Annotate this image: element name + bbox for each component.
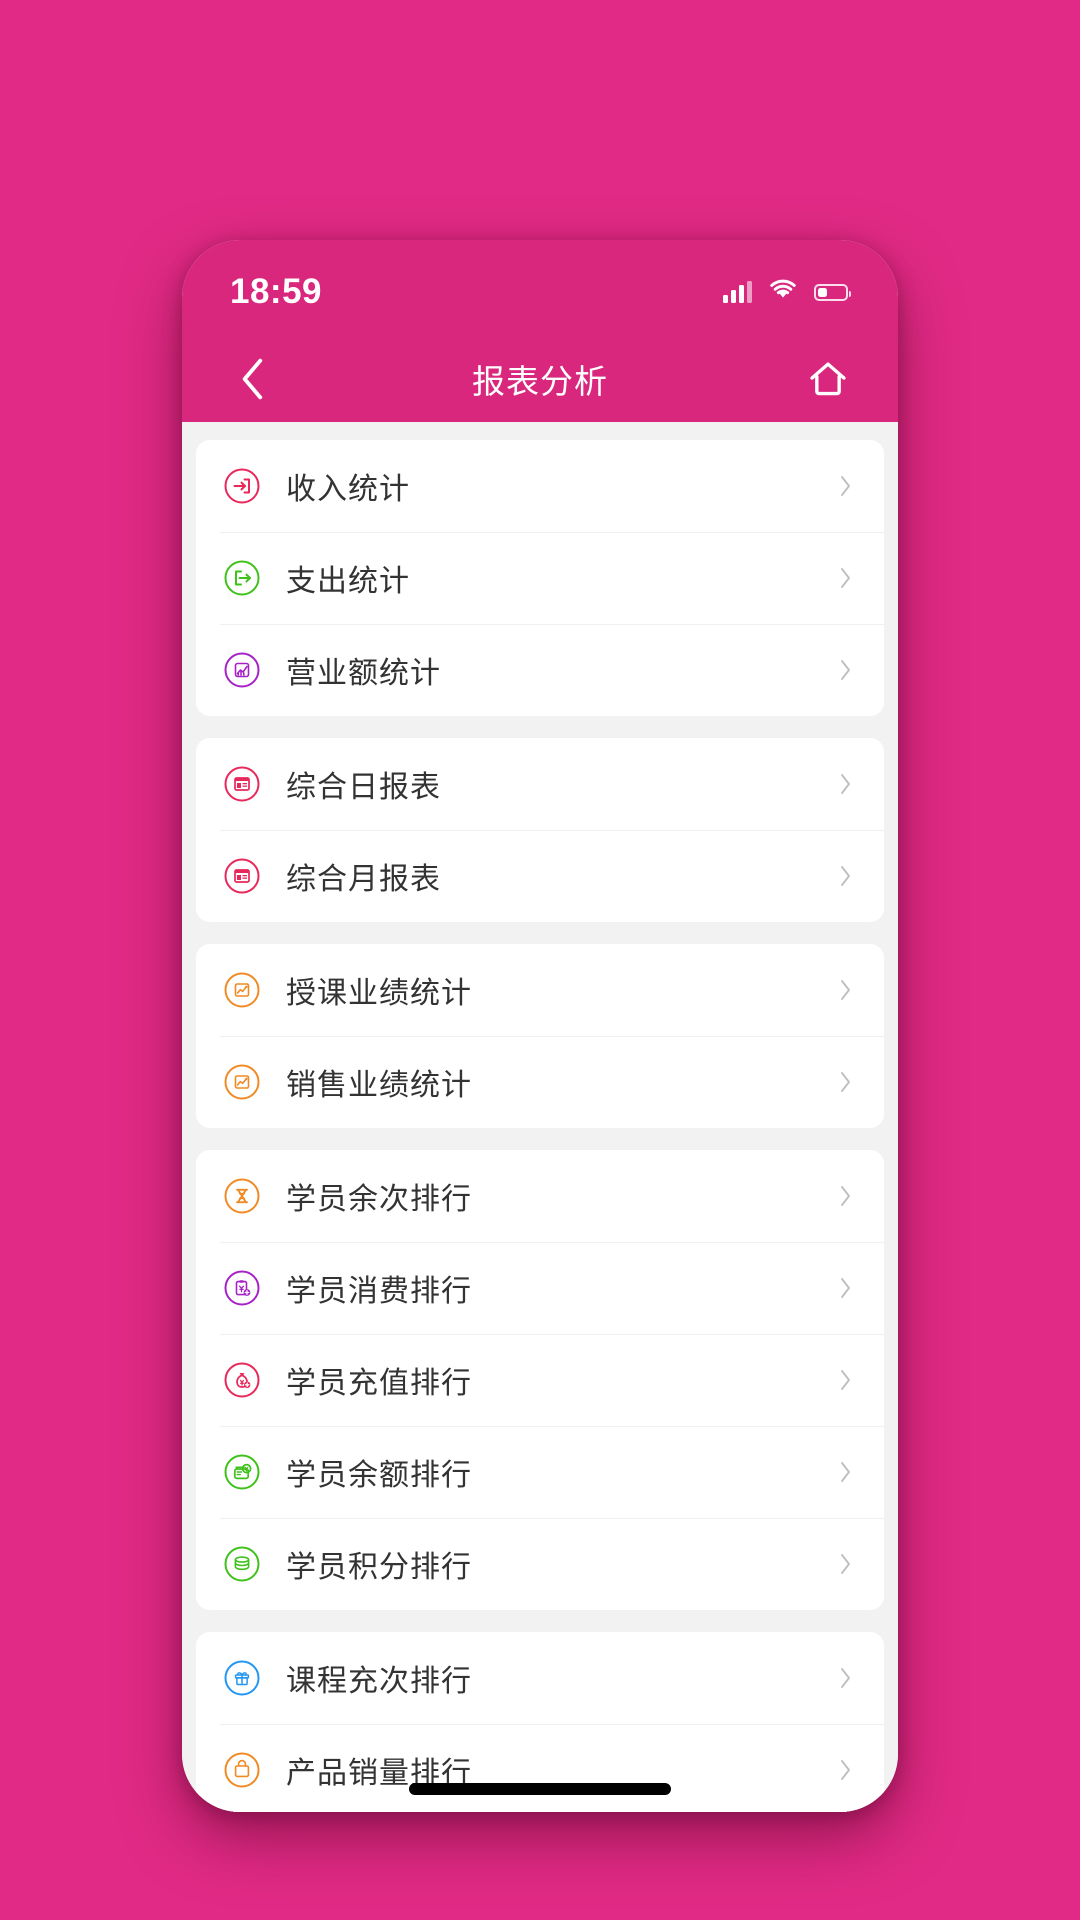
chevron-right-icon [832, 1665, 858, 1691]
turnover-chart-icon [220, 648, 264, 692]
chevron-right-icon [832, 1183, 858, 1209]
list-item-monthly-report[interactable]: 综合月报表 [196, 830, 884, 922]
list-item-label: 产品销量排行 [286, 1757, 472, 1790]
status-icons [723, 271, 851, 306]
list-item-student-remaining-sessions[interactable]: 学员余次排行 [196, 1150, 884, 1242]
chevron-right-icon [832, 1367, 858, 1393]
signal-bars-icon [723, 281, 752, 303]
list-item-label: 销售业绩统计 [286, 1069, 472, 1102]
chevron-right-icon [832, 1459, 858, 1485]
list-item-turnover-statistics[interactable]: 营业额统计 [196, 624, 884, 716]
list-item-label: 学员充值排行 [286, 1367, 472, 1400]
money-bag-icon [220, 1358, 264, 1402]
chevron-left-icon [242, 358, 263, 400]
chevron-right-icon [832, 977, 858, 1003]
list-item-teaching-performance[interactable]: 授课业绩统计 [196, 944, 884, 1036]
sales-performance-icon [220, 1060, 264, 1104]
wifi-icon [768, 279, 798, 306]
list-item-product-sales-ranking[interactable]: 产品销量排行 [196, 1724, 884, 1812]
home-icon [810, 362, 846, 396]
teaching-performance-icon [220, 968, 264, 1012]
list-item-sales-performance[interactable]: 销售业绩统计 [196, 1036, 884, 1128]
list-item-label: 学员余额排行 [286, 1459, 472, 1492]
chevron-right-icon [832, 1275, 858, 1301]
performance-group: 授课业绩统计 销售业绩统计 [196, 944, 884, 1128]
statistics-group: 收入统计 支出统计 营业额统计 [196, 440, 884, 716]
gift-icon [220, 1656, 264, 1700]
clipboard-yuan-icon [220, 1266, 264, 1310]
course-ranking-group: 课程充次排行 产品销量排行 [196, 1632, 884, 1812]
chevron-right-icon [832, 657, 858, 683]
list-item-label: 学员消费排行 [286, 1275, 472, 1308]
list-item-label: 学员余次排行 [286, 1183, 472, 1216]
list-item-label: 营业额统计 [286, 657, 441, 690]
comprehensive-report-group: 综合日报表 综合月报表 [196, 738, 884, 922]
chevron-right-icon [832, 863, 858, 889]
list-item-label: 综合日报表 [286, 771, 441, 804]
list-item-expense-statistics[interactable]: 支出统计 [196, 532, 884, 624]
monthly-report-icon [220, 854, 264, 898]
status-time: 18:59 [230, 271, 323, 311]
list-item-daily-report[interactable]: 综合日报表 [196, 738, 884, 830]
list-item-student-recharge[interactable]: 学员充值排行 [196, 1334, 884, 1426]
list-item-label: 课程充次排行 [286, 1665, 472, 1698]
chevron-right-icon [832, 1069, 858, 1095]
back-button[interactable] [224, 351, 280, 407]
product-icon [220, 1748, 264, 1792]
student-ranking-group: 学员余次排行 学员消费排行 学员充值排行 学员余额排行 学员积分排行 [196, 1150, 884, 1610]
list-item-label: 授课业绩统计 [286, 977, 472, 1010]
page-title: 报表分析 [472, 363, 608, 400]
list-item-course-recharge-ranking[interactable]: 课程充次排行 [196, 1632, 884, 1724]
battery-icon [814, 283, 851, 301]
list-item-label: 支出统计 [286, 565, 410, 598]
expense-arrow-out-icon [220, 556, 264, 600]
list-item-student-points[interactable]: 学员积分排行 [196, 1518, 884, 1610]
nav-header: 报表分析 [182, 336, 898, 422]
wallet-icon [220, 1450, 264, 1494]
list-item-student-balance[interactable]: 学员余额排行 [196, 1426, 884, 1518]
chevron-right-icon [832, 771, 858, 797]
chevron-right-icon [832, 1551, 858, 1577]
list-item-label: 学员积分排行 [286, 1551, 472, 1584]
chevron-right-icon [832, 1757, 858, 1783]
list-item-income-statistics[interactable]: 收入统计 [196, 440, 884, 532]
phone-frame: 18:59 报表分析 收入统计 支出统计 营业额统计 综合日报表 综合月报表 授… [182, 240, 898, 1812]
list-item-label: 综合月报表 [286, 863, 441, 896]
income-arrow-in-icon [220, 464, 264, 508]
list-item-label: 收入统计 [286, 473, 410, 506]
hourglass-icon [220, 1174, 264, 1218]
home-button[interactable] [800, 351, 856, 407]
coin-stack-icon [220, 1542, 264, 1586]
list-item-student-consumption[interactable]: 学员消费排行 [196, 1242, 884, 1334]
daily-report-icon [220, 762, 264, 806]
status-bar: 18:59 [182, 240, 898, 336]
report-list-scroll-area[interactable]: 收入统计 支出统计 营业额统计 综合日报表 综合月报表 授课业绩统计 销售业绩统… [182, 422, 898, 1812]
chevron-right-icon [832, 473, 858, 499]
chevron-right-icon [832, 565, 858, 591]
